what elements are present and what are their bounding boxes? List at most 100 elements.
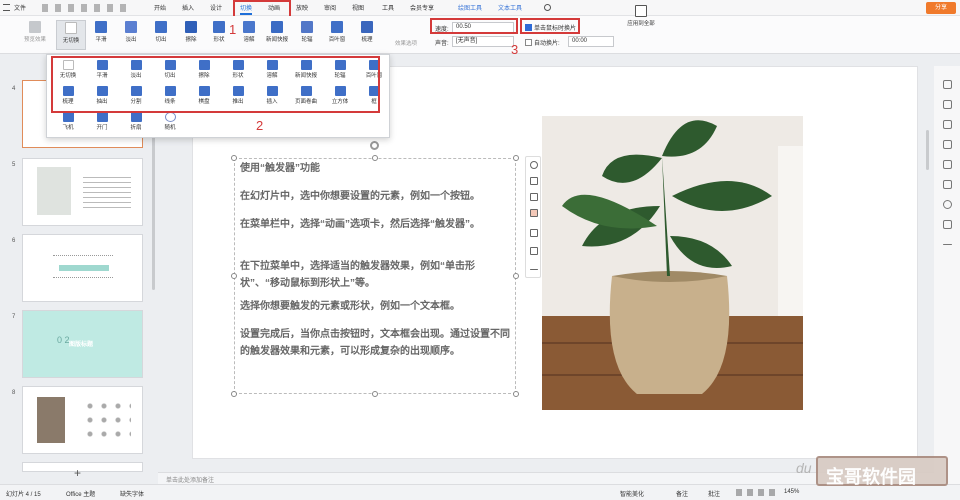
ribbon-effect-5[interactable]: 擦除 [176, 20, 206, 50]
transition-option-row2-8[interactable]: 页面卷曲 [291, 85, 321, 107]
share-icon[interactable] [943, 220, 952, 229]
transition-option-row1-9[interactable]: 轮辐 [325, 59, 355, 81]
view-mode-icons[interactable] [736, 489, 776, 496]
tab-transition[interactable]: 切换 [240, 3, 253, 15]
transition-option-row1-8[interactable]: 新闻快报 [291, 59, 321, 81]
add-slide-button[interactable]: + [74, 466, 81, 480]
transition-option-row1-4[interactable]: 切出 [155, 59, 185, 81]
search-icon[interactable] [544, 4, 551, 11]
ribbon-effect-4[interactable]: 切出 [146, 20, 176, 50]
sound-select[interactable]: [无声音] [452, 36, 514, 47]
checkbox-unchecked[interactable] [525, 39, 532, 46]
quick-access-icons[interactable] [42, 4, 132, 12]
tab-start[interactable]: 开始 [154, 3, 166, 12]
transition-option-row1-5[interactable]: 擦除 [189, 59, 219, 81]
slide-thumbnail-5[interactable] [22, 158, 143, 226]
tab-design[interactable]: 设计 [210, 3, 222, 12]
menu-file[interactable]: 文件 [14, 3, 26, 12]
more-icon[interactable] [943, 244, 952, 245]
zoom-level[interactable]: 145% [784, 489, 799, 495]
transition-option-row2-9[interactable]: 立方体 [325, 85, 355, 107]
properties-icon[interactable] [943, 80, 952, 89]
crop-icon[interactable] [943, 180, 952, 189]
speed-field[interactable]: 00.50 [452, 22, 514, 33]
resize-handle[interactable] [231, 155, 237, 161]
apply-all-button[interactable]: 应用到全部 [624, 4, 658, 34]
resize-handle[interactable] [513, 391, 519, 397]
ribbon-effect-11[interactable]: 梳理 [352, 20, 382, 50]
preview-button[interactable]: 预览效果 [18, 20, 52, 50]
tab-text-tools[interactable]: 文本工具 [498, 3, 522, 12]
transition-option-row3-3[interactable]: 折扇 [121, 111, 151, 133]
border-icon[interactable] [530, 229, 538, 237]
transition-option-row3-1[interactable]: 飞机 [53, 111, 83, 133]
canvas-scrollbar[interactable] [926, 130, 929, 170]
tab-view[interactable]: 视图 [352, 3, 364, 12]
theme-name[interactable]: Office 主题 [66, 489, 95, 498]
click-to-switch-checkbox[interactable]: 单击鼠标时换片 [525, 23, 576, 32]
notes-button[interactable]: 备注 [676, 489, 688, 498]
ribbon-effect-2[interactable]: 平滑 [86, 20, 116, 50]
pen-icon[interactable] [530, 193, 538, 201]
missing-font[interactable]: 缺失字体 [120, 489, 144, 498]
transition-option-row2-4[interactable]: 线条 [155, 85, 185, 107]
rotate-handle-icon[interactable] [370, 141, 379, 150]
tab-insert[interactable]: 插入 [182, 3, 194, 12]
animation-icon[interactable] [943, 160, 952, 169]
effect-options[interactable]: 效果选项 [395, 39, 417, 47]
slide-thumbnail-8[interactable] [22, 386, 143, 454]
transition-option-row2-10[interactable]: 框 [359, 85, 389, 107]
slide-thumbnail-9[interactable] [22, 462, 143, 472]
transition-option-row1-7[interactable]: 溶解 [257, 59, 287, 81]
fill-color-icon[interactable] [530, 209, 538, 217]
ribbon-effect-7[interactable]: 溶解 [234, 20, 264, 50]
slide-thumbnail-7[interactable]: 图版标题 0 2 [22, 310, 143, 378]
auto-switch-field[interactable]: 00:00 [568, 36, 614, 47]
transition-option-row1-1[interactable]: 无切换 [53, 59, 83, 81]
ribbon-effect-1[interactable]: 无切换 [56, 20, 86, 50]
transition-option-row2-7[interactable]: 插入 [257, 85, 287, 107]
tab-animation[interactable]: 动画 [268, 3, 280, 12]
crop-icon[interactable] [530, 247, 538, 255]
smart-beautify-button[interactable]: 智能美化 [620, 489, 644, 498]
help-icon[interactable] [943, 200, 952, 209]
transition-option-row2-2[interactable]: 抽出 [87, 85, 117, 107]
tab-drawing-tools[interactable]: 绘图工具 [458, 3, 482, 12]
transition-option-row2-5[interactable]: 棋盘 [189, 85, 219, 107]
transition-option-row2-6[interactable]: 推出 [223, 85, 253, 107]
comments-button[interactable]: 批注 [708, 489, 720, 498]
layers-icon[interactable] [530, 177, 538, 185]
menu-icon[interactable] [3, 4, 10, 11]
transition-option-row1-6[interactable]: 形状 [223, 59, 253, 81]
ribbon-effect-9[interactable]: 轮辐 [292, 20, 322, 50]
star-icon[interactable] [943, 120, 952, 129]
tab-slideshow[interactable]: 放映 [296, 3, 308, 12]
copy-icon[interactable] [943, 140, 952, 149]
ribbon-effect-8[interactable]: 新闻快报 [262, 20, 292, 50]
transition-option-row2-3[interactable]: 分割 [121, 85, 151, 107]
tab-review[interactable]: 审阅 [324, 3, 336, 12]
shape-icon[interactable] [943, 100, 952, 109]
tab-member[interactable]: 会员专享 [410, 3, 434, 12]
transition-option-row1-2[interactable]: 平滑 [87, 59, 117, 81]
transition-option-row2-1[interactable]: 梳理 [53, 85, 83, 107]
transition-option-row1-10[interactable]: 百叶窗 [359, 59, 389, 81]
ribbon-effect-3[interactable]: 淡出 [116, 20, 146, 50]
more-icon[interactable] [530, 161, 538, 169]
auto-switch-checkbox[interactable]: 自动换片: [525, 38, 560, 47]
resize-handle[interactable] [231, 273, 237, 279]
resize-handle[interactable] [513, 273, 519, 279]
resize-handle[interactable] [372, 391, 378, 397]
resize-handle[interactable] [513, 155, 519, 161]
plant-photo[interactable] [542, 116, 803, 410]
tab-tools[interactable]: 工具 [382, 3, 394, 12]
transition-option-row3-2[interactable]: 开门 [87, 111, 117, 133]
resize-handle[interactable] [231, 391, 237, 397]
share-button[interactable]: 分享 [926, 2, 956, 14]
more-options-icon[interactable] [530, 269, 538, 270]
checkbox-checked[interactable] [525, 24, 532, 31]
slide-thumbnail-6[interactable] [22, 234, 143, 302]
transition-option-row3-4[interactable]: 随机 [155, 111, 185, 133]
ribbon-effect-10[interactable]: 百叶窗 [322, 20, 352, 50]
transition-option-row1-3[interactable]: 淡出 [121, 59, 151, 81]
